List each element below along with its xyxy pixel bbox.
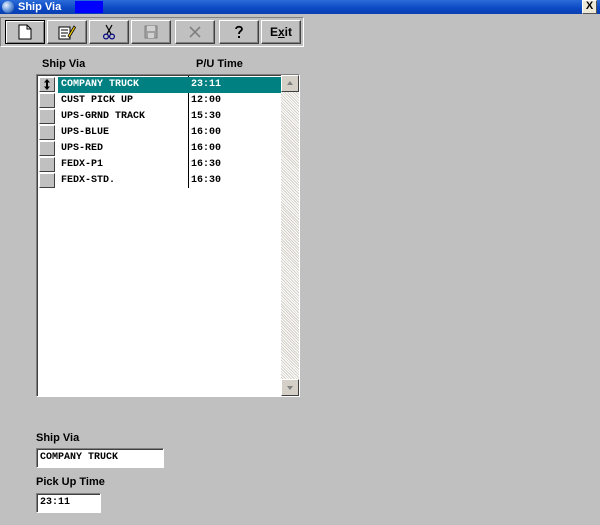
delete-button[interactable]	[175, 20, 215, 44]
new-document-icon	[18, 24, 32, 40]
toolbar: Exit	[0, 17, 304, 47]
ship-via-field[interactable]: COMPANY TRUCK	[36, 448, 164, 468]
column-header-pu-time[interactable]: P/U Time	[196, 58, 243, 70]
title-bar: Ship Via X	[0, 0, 600, 14]
scroll-down-button[interactable]	[281, 379, 299, 396]
cell-pu-time[interactable]: 16:30	[188, 157, 282, 173]
cut-button[interactable]	[89, 20, 129, 44]
new-button[interactable]	[5, 20, 45, 44]
cell-ship-via[interactable]: CUST PICK UP	[58, 93, 188, 109]
table-row[interactable]: UPS-BLUE 16:00	[38, 125, 282, 141]
scroll-up-arrow-icon	[287, 81, 293, 85]
app-globe-icon	[2, 1, 14, 13]
row-selector[interactable]	[39, 125, 55, 140]
table-row[interactable]: UPS-RED 16:00	[38, 141, 282, 157]
grid-body: COMPANY TRUCK 23:11 CUST PICK UP 12:00 U…	[37, 75, 282, 396]
question-mark-icon	[235, 25, 243, 38]
scissors-icon	[102, 24, 116, 40]
window-title: Ship Via	[18, 1, 62, 13]
exit-button[interactable]: Exit	[261, 20, 301, 44]
row-selector[interactable]	[39, 141, 55, 156]
cell-pu-time[interactable]: 16:00	[188, 125, 282, 141]
row-selector[interactable]	[39, 93, 55, 108]
cell-pu-time[interactable]: 12:00	[188, 93, 282, 109]
save-button[interactable]	[131, 20, 171, 44]
row-selector[interactable]	[39, 157, 55, 172]
row-selector[interactable]	[39, 109, 55, 124]
updown-arrows-icon	[44, 79, 50, 90]
row-selector[interactable]	[39, 173, 55, 188]
table-row[interactable]: COMPANY TRUCK 23:11	[38, 77, 282, 93]
cell-pu-time[interactable]: 23:11	[188, 77, 282, 93]
delete-x-icon	[189, 26, 201, 38]
cell-pu-time[interactable]: 16:00	[188, 141, 282, 157]
edit-pencil-icon	[58, 25, 76, 40]
exit-label: Exit	[269, 25, 293, 39]
ship-via-grid[interactable]: COMPANY TRUCK 23:11 CUST PICK UP 12:00 U…	[36, 74, 300, 397]
cell-ship-via[interactable]: COMPANY TRUCK	[58, 77, 188, 93]
column-header-ship-via[interactable]: Ship Via	[42, 58, 85, 70]
close-button[interactable]: X	[582, 0, 597, 14]
floppy-disk-icon	[144, 25, 158, 39]
pickup-time-label: Pick Up Time	[36, 476, 105, 488]
table-row[interactable]: UPS-GRND TRACK 15:30	[38, 109, 282, 125]
scroll-up-button[interactable]	[281, 75, 299, 92]
cell-pu-time[interactable]: 15:30	[188, 109, 282, 125]
table-row[interactable]: FEDX-STD. 16:30	[38, 173, 282, 189]
title-highlight-block	[75, 1, 103, 13]
table-row[interactable]: FEDX-P1 16:30	[38, 157, 282, 173]
cell-ship-via[interactable]: UPS-GRND TRACK	[58, 109, 188, 125]
cell-ship-via[interactable]: FEDX-STD.	[58, 173, 188, 189]
cell-ship-via[interactable]: UPS-BLUE	[58, 125, 188, 141]
cell-ship-via[interactable]: FEDX-P1	[58, 157, 188, 173]
cell-ship-via[interactable]: UPS-RED	[58, 141, 188, 157]
scroll-down-arrow-icon	[287, 386, 293, 390]
pickup-time-field[interactable]: 23:11	[36, 493, 101, 513]
table-row[interactable]: CUST PICK UP 12:00	[38, 93, 282, 109]
vertical-scrollbar[interactable]	[281, 75, 299, 396]
help-button[interactable]	[219, 20, 259, 44]
cell-pu-time[interactable]: 16:30	[188, 173, 282, 189]
edit-button[interactable]	[47, 20, 87, 44]
ship-via-label: Ship Via	[36, 432, 80, 444]
row-selector[interactable]	[39, 77, 55, 92]
